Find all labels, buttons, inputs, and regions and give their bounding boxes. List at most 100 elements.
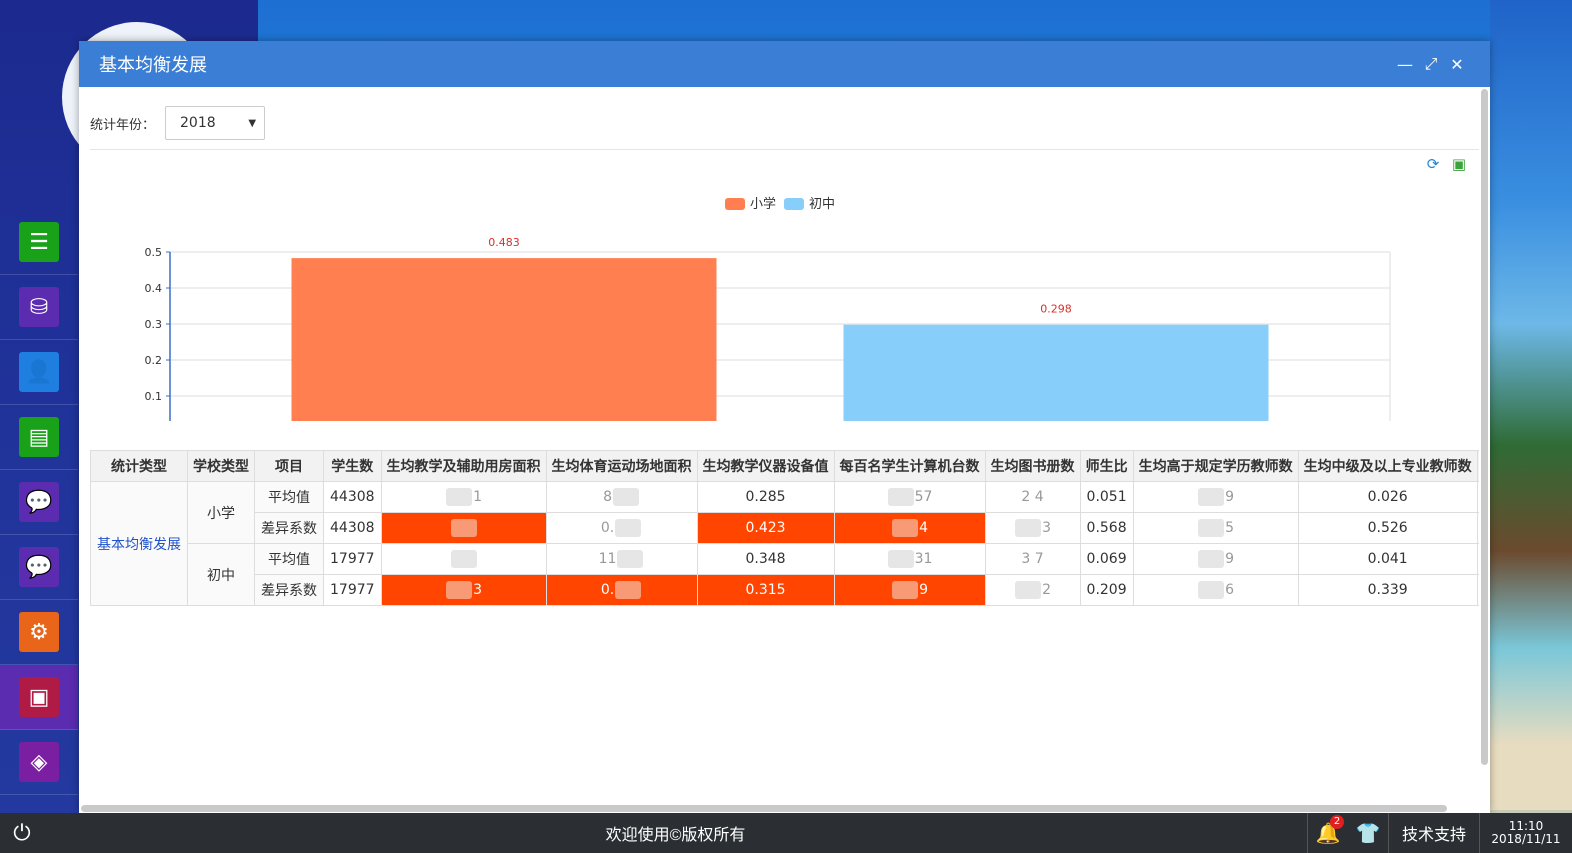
maximize-icon[interactable]: ⤢ <box>1418 54 1444 74</box>
value-cell-highlight: 0.315 <box>696 574 835 606</box>
value-text: 57 <box>914 489 933 505</box>
value-cell-highlight: 3 <box>380 574 547 606</box>
value-cell: 0.209 <box>1079 574 1134 606</box>
col-header: 学生数 <box>323 450 382 482</box>
col-header: 生均体育运动场地面积 <box>545 450 698 482</box>
gear-icon: ⚙ <box>19 612 59 652</box>
power-icon[interactable]: ⏻ <box>0 821 44 846</box>
welcome-text: 欢迎使用©版权所有 <box>605 827 746 844</box>
item-cell: 平均值 <box>254 481 324 513</box>
value-cell: 2 4 <box>984 481 1081 513</box>
value-text: 0. <box>600 520 615 536</box>
value-text: 5 <box>1225 520 1235 536</box>
layers-icon: ◈ <box>19 742 59 782</box>
clock-date: 2018/11/11 <box>1491 832 1561 846</box>
scrollbar-thumb[interactable] <box>81 805 1447 812</box>
dock-item-menu[interactable]: ☰ <box>0 210 78 275</box>
value-text: 6 <box>1225 582 1235 598</box>
year-filter-label: 统计年份： <box>90 117 156 133</box>
redacted-block <box>887 488 914 506</box>
y-tick-label: 0.4 <box>145 282 163 295</box>
redacted-block <box>1198 550 1225 568</box>
value-cell: 11 <box>545 543 698 575</box>
caret-down-icon: ▼ <box>248 117 257 129</box>
scrollbar-thumb[interactable] <box>1481 89 1488 765</box>
redacted-block <box>615 581 642 599</box>
table-row: 基本均衡发展 小学 平均值 44308 1 8 0.285 57 2 4 0.0… <box>90 481 1479 606</box>
redacted-block <box>892 581 919 599</box>
col-header: 生均教学仪器设备值 <box>696 450 835 482</box>
value-cell: 0. <box>1476 512 1479 544</box>
app-window: 基本均衡发展 — ⤢ ✕ 统计年份： 2018 ▼ ⟳ ▣ 小学初中00.10.… <box>79 41 1490 813</box>
dock-item-database[interactable]: ⛁ <box>0 275 78 340</box>
dock-item-layers[interactable]: ◈ <box>0 730 78 795</box>
y-tick-label: 0.2 <box>145 354 163 367</box>
value-cell: 0. <box>1476 574 1479 606</box>
students-cell: 17977 <box>323 543 382 575</box>
value-cell: 0.526 <box>1297 512 1478 544</box>
students-cell: 17977 <box>323 574 382 606</box>
dock-item-chat-1[interactable]: 💬 <box>0 470 78 535</box>
value-cell: 9 <box>1132 543 1299 575</box>
year-select-value: 2018 <box>180 115 216 131</box>
value-cell: 9 <box>1132 481 1299 513</box>
value-text: 9 <box>1225 489 1235 505</box>
database-icon: ⛁ <box>19 287 59 327</box>
redacted-block <box>613 488 639 506</box>
shirt-icon[interactable]: 👕 <box>1348 821 1388 845</box>
value-cell: 0.026 <box>1297 481 1478 513</box>
value-text: 2 <box>1042 582 1051 598</box>
value-text: 3 <box>473 582 482 598</box>
value-cell: 0.348 <box>696 543 835 575</box>
legend-label: 初中 <box>809 197 835 212</box>
clock: 11:10 2018/11/11 <box>1480 820 1572 846</box>
menu-icon: ☰ <box>19 222 59 262</box>
redacted-block <box>1198 581 1225 599</box>
col-header: 生均教学及辅助用房面积 <box>380 450 547 482</box>
close-icon[interactable]: ✕ <box>1444 55 1470 74</box>
value-cell: 7 <box>1476 481 1479 513</box>
value-text: 9 <box>919 582 928 598</box>
notification-bell[interactable]: 🔔 2 <box>1308 815 1348 845</box>
year-filter: 统计年份： 2018 ▼ <box>90 106 266 140</box>
taskbar: ⏻ 欢迎使用©版权所有 🔔 2 👕 技术支持 11:10 2018/11/11 <box>0 813 1572 853</box>
value-text: 3 7 <box>1021 551 1044 567</box>
dock-item-briefcase[interactable]: ▣ <box>0 665 78 730</box>
value-text: 31 <box>914 551 933 567</box>
stat-type-cell[interactable]: 基本均衡发展 <box>90 481 188 606</box>
vertical-scrollbar[interactable] <box>1480 87 1489 809</box>
legend-label: 小学 <box>750 196 776 212</box>
year-select[interactable]: 2018 ▼ <box>165 106 266 140</box>
bar-小学 <box>291 258 717 421</box>
value-text: 2 4 <box>1021 489 1044 505</box>
value-cell: 3 <box>984 512 1081 544</box>
bar-初中 <box>843 324 1269 421</box>
dock-item-chat-2[interactable]: 💬 <box>0 535 78 600</box>
col-header: 生均高于规定学历教师数 <box>1132 450 1299 482</box>
item-cell: 差异系数 <box>254 574 324 606</box>
horizontal-scrollbar[interactable] <box>79 804 1490 813</box>
value-text: 8 <box>603 489 612 505</box>
value-text: 4 <box>919 520 928 536</box>
col-header: 项目 <box>254 450 324 482</box>
dock-item-user[interactable]: 👤 <box>0 340 78 405</box>
value-cell: 8 <box>545 481 698 513</box>
minimize-icon[interactable]: — <box>1392 55 1418 74</box>
dock-item-notepad[interactable]: ▤ <box>0 405 78 470</box>
students-cell: 44308 <box>323 512 382 544</box>
bar-chart: 小学初中00.10.20.30.40.50.4830.298差异系数 <box>145 196 1391 421</box>
value-cell-highlight: 0.423 <box>696 512 835 544</box>
redacted-block <box>1015 581 1042 599</box>
dock-item-settings[interactable]: ⚙ <box>0 600 78 665</box>
redacted-block <box>617 550 644 568</box>
col-header: 生均中级及以上专业教师数 <box>1297 450 1478 482</box>
redacted-block <box>450 519 477 537</box>
value-cell-highlight <box>380 512 547 544</box>
redacted-block <box>1198 488 1225 506</box>
window-titlebar[interactable]: 基本均衡发展 — ⤢ ✕ <box>79 41 1490 87</box>
window-title: 基本均衡发展 <box>99 55 207 75</box>
value-text: 1 <box>473 489 482 505</box>
redacted-block <box>892 519 919 537</box>
data-label: 0.298 <box>1040 303 1072 316</box>
support-link[interactable]: 技术支持 <box>1389 821 1479 845</box>
